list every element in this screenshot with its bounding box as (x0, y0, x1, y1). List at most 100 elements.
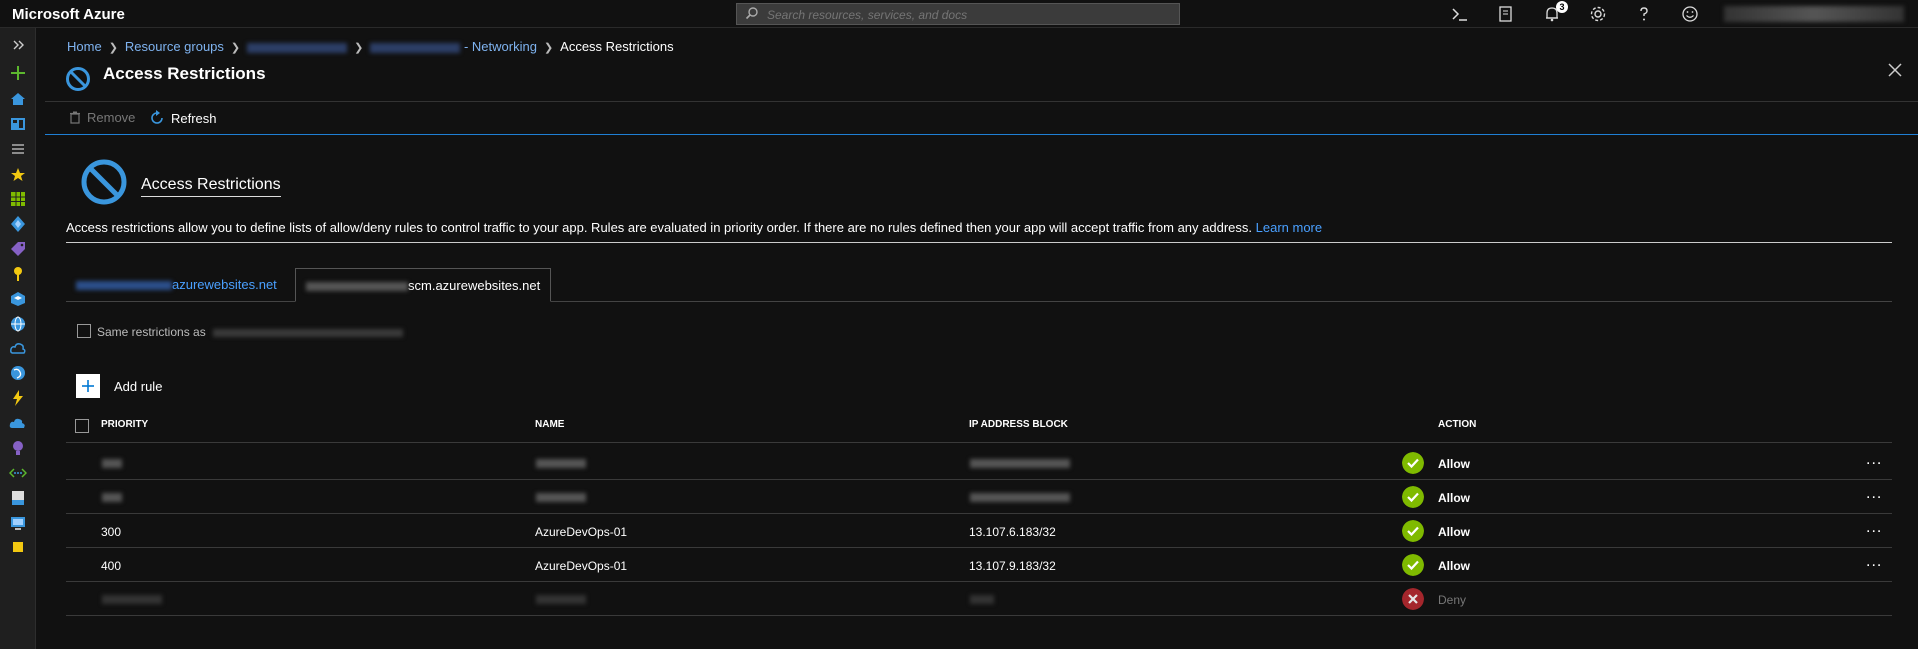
action-cell: Allow (1438, 559, 1470, 573)
remove-button[interactable]: Remove (69, 110, 135, 125)
column-header-action[interactable]: ACTION (1438, 419, 1476, 430)
divider (66, 442, 1892, 443)
home-icon[interactable] (9, 90, 27, 108)
action-cell: Allow (1438, 457, 1470, 471)
ip-redacted (970, 459, 1070, 468)
app-services-globe-icon[interactable] (9, 364, 27, 382)
globe-network-icon[interactable] (9, 315, 27, 333)
breadcrumb-resource-groups[interactable]: Resource groups (125, 39, 224, 54)
plus-icon (76, 374, 100, 398)
chevron-right-icon: ❯ (230, 42, 241, 54)
ip-cell: 13.107.9.183/32 (969, 559, 1056, 573)
breadcrumb: Home ❯ Resource groups ❯ ❯ - Networking ❯ Acce… (67, 39, 674, 54)
access-restrictions-large-icon (81, 159, 127, 205)
access-restrictions-icon (66, 67, 90, 91)
site-tabs: azurewebsites.net scm.azurewebsites.net (66, 268, 1892, 302)
allow-check-icon (1402, 486, 1424, 508)
action-cell: Allow (1438, 491, 1470, 505)
section-heading: Access Restrictions (141, 176, 281, 197)
ip-redacted (970, 493, 1070, 502)
notification-count-badge: 3 (1556, 1, 1568, 13)
tab-scm-site[interactable]: scm.azurewebsites.net (295, 268, 552, 302)
name-cell: AzureDevOps-01 (535, 559, 628, 573)
dashboard-icon[interactable] (9, 115, 27, 133)
priority-redacted (102, 595, 162, 604)
priority-cell: 400 (101, 559, 122, 573)
priority-redacted (102, 459, 122, 468)
tab-main-site[interactable]: azurewebsites.net (66, 268, 287, 301)
name-cell: AzureDevOps-01 (535, 525, 628, 539)
feedback-smiley-icon[interactable] (1680, 4, 1700, 24)
search-icon (745, 7, 758, 20)
chevron-right-icon: ❯ (354, 42, 364, 54)
name-redacted (536, 493, 586, 502)
virtual-machine-icon[interactable] (9, 290, 27, 308)
ip-cell: 13.107.6.183/32 (969, 525, 1056, 539)
deny-x-icon (1402, 588, 1424, 610)
help-question-icon[interactable] (1634, 4, 1654, 24)
priority-cell: 300 (101, 525, 122, 539)
same-restrictions-text: Same restrictions as (97, 325, 206, 339)
account-menu[interactable] (1724, 6, 1904, 22)
table-row[interactable]: 300 AzureDevOps-01 13.107.6.183/32 Allow… (66, 514, 1892, 548)
row-more-options-icon[interactable]: ... (1866, 519, 1882, 537)
storage-document-icon[interactable] (9, 489, 27, 507)
breadcrumb-networking[interactable]: - Networking (464, 39, 537, 54)
advisor-bulb-icon[interactable] (9, 439, 27, 457)
search-input[interactable] (765, 4, 1169, 26)
key-vault-key-icon[interactable] (9, 265, 27, 283)
blade-title: Access Restrictions (103, 64, 266, 83)
settings-gear-icon[interactable] (1588, 4, 1608, 24)
allow-check-icon (1402, 554, 1424, 576)
refresh-icon (151, 110, 163, 124)
table-row[interactable]: Allow ... (66, 446, 1892, 480)
row-more-options-icon[interactable]: ... (1866, 553, 1882, 571)
global-search[interactable] (736, 3, 1180, 26)
chevron-right-icon: ❯ (543, 42, 554, 54)
monitor-screen-icon[interactable] (9, 514, 27, 532)
action-cell: Allow (1438, 525, 1470, 539)
all-resources-grid-icon[interactable] (9, 190, 27, 208)
command-bar: Remove Refresh (45, 102, 1918, 135)
allow-check-icon (1402, 452, 1424, 474)
column-header-name[interactable]: NAME (535, 419, 564, 430)
expand-menu-icon[interactable] (9, 36, 27, 54)
brand-title[interactable]: Microsoft Azure (12, 6, 125, 23)
vnet-arrows-icon[interactable] (9, 464, 27, 482)
function-app-bolt-icon[interactable] (9, 389, 27, 407)
create-resource-plus-icon[interactable] (9, 64, 27, 82)
directory-filter-icon[interactable] (1496, 4, 1516, 24)
priority-redacted (102, 493, 122, 502)
add-rule-button[interactable]: Add rule (76, 374, 162, 398)
action-cell: Deny (1438, 593, 1467, 607)
breadcrumb-app-redacted[interactable] (370, 42, 461, 53)
table-row[interactable]: Allow ... (66, 480, 1892, 514)
column-header-priority[interactable]: PRIORITY (101, 419, 148, 430)
resource-groups-cube-icon[interactable] (9, 215, 27, 233)
refresh-button[interactable]: Refresh (149, 110, 217, 126)
breadcrumb-resource-group-redacted[interactable] (247, 42, 348, 53)
row-more-options-icon[interactable]: ... (1866, 451, 1882, 469)
table-row[interactable]: Deny (66, 582, 1892, 616)
table-row[interactable]: 400 AzureDevOps-01 13.107.9.183/32 Allow… (66, 548, 1892, 582)
select-all-checkbox[interactable] (75, 419, 89, 433)
ip-redacted (970, 595, 994, 604)
row-more-options-icon[interactable]: ... (1866, 485, 1882, 503)
cloud-sync-icon[interactable] (9, 340, 27, 358)
same-restrictions-checkbox[interactable] (77, 324, 91, 338)
close-icon[interactable] (1887, 62, 1903, 78)
tag-icon[interactable] (9, 240, 27, 258)
tab-scm-site-label: scm.azurewebsites.net (408, 278, 541, 293)
more-services-icon[interactable] (9, 538, 27, 556)
column-header-ip[interactable]: IP ADDRESS BLOCK (969, 419, 1068, 430)
same-restrictions-label: Same restrictions as (97, 325, 404, 339)
favorites-star-icon[interactable] (9, 166, 27, 184)
site-name-redacted (306, 282, 408, 292)
cloud-shell-icon[interactable] (1450, 4, 1470, 24)
breadcrumb-home[interactable]: Home (67, 39, 102, 54)
cloud-services-icon[interactable] (9, 414, 27, 432)
learn-more-link[interactable]: Learn more (1256, 220, 1322, 235)
site-name-redacted (213, 328, 404, 337)
all-services-list-icon[interactable] (9, 140, 27, 158)
description-body: Access restrictions allow you to define … (66, 220, 1253, 235)
